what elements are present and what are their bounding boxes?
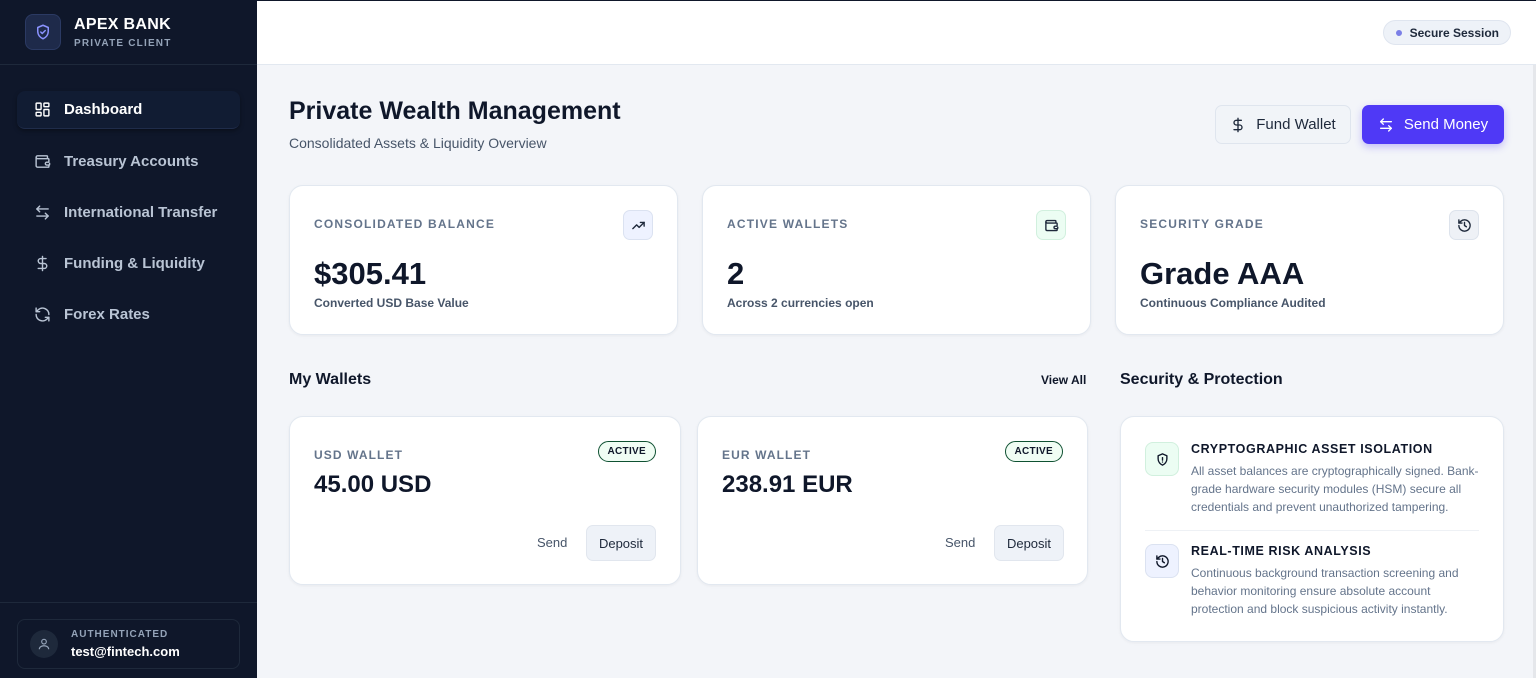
transfer-arrows-icon [1378, 117, 1394, 133]
user-profile[interactable]: AUTHENTICATED test@fintech.com [17, 619, 240, 669]
transfer-arrows-icon [33, 203, 51, 221]
security-protection-heading: Security & Protection [1120, 371, 1283, 388]
user-status-label: AUTHENTICATED [71, 629, 169, 640]
brand-name: APEX BANK [74, 15, 171, 33]
wallet-send-button[interactable]: Send [537, 535, 567, 550]
stat-description: Converted USD Base Value [314, 296, 469, 310]
shield-logo-icon [25, 14, 61, 50]
view-all-link[interactable]: View All [1041, 373, 1086, 387]
wallet-send-button[interactable]: Send [945, 535, 975, 550]
active-wallets-card: ACTIVE WALLETS 2 Across 2 currencies ope… [702, 185, 1091, 335]
dollar-icon [1230, 117, 1246, 133]
secure-session-label: Secure Session [1409, 25, 1499, 40]
sidebar-divider [0, 602, 257, 603]
wallet-icon [1036, 210, 1066, 240]
sidebar-item-treasury-accounts[interactable]: Treasury Accounts [17, 142, 240, 180]
stat-description: Across 2 currencies open [727, 296, 874, 310]
sidebar: APEX BANK PRIVATE CLIENT Dashboard Treas… [0, 0, 257, 678]
trending-up-icon [623, 210, 653, 240]
shield-icon [1145, 442, 1179, 476]
dollar-icon [33, 254, 51, 272]
eur-wallet-card: EUR WALLET ACTIVE 238.91 EUR Send Deposi… [697, 416, 1088, 585]
sidebar-item-label: Dashboard [64, 101, 143, 118]
history-icon [1145, 544, 1179, 578]
send-money-label: Send Money [1403, 116, 1489, 133]
my-wallets-heading: My Wallets [289, 371, 372, 388]
stat-label: CONSOLIDATED BALANCE [314, 217, 496, 231]
status-dot-icon [1395, 30, 1402, 36]
wallet-amount: 238.91 EUR [722, 471, 853, 498]
stat-description: Continuous Compliance Audited [1140, 296, 1326, 310]
security-item-title: CRYPTOGRAPHIC ASSET ISOLATION [1191, 442, 1433, 456]
refresh-icon [33, 305, 51, 323]
sidebar-item-international-transfer[interactable]: International Transfer [17, 193, 240, 231]
stat-value: 2 [727, 256, 745, 291]
security-item-description: All asset balances are cryptographically… [1191, 464, 1479, 514]
sidebar-item-funding-liquidity[interactable]: Funding & Liquidity [17, 244, 240, 282]
sidebar-item-label: Funding & Liquidity [64, 254, 205, 272]
sidebar-nav: Dashboard Treasury Accounts Internationa… [0, 65, 257, 333]
status-badge: ACTIVE [1004, 441, 1063, 462]
stat-value: Grade AAA [1140, 256, 1305, 291]
sidebar-item-label: Treasury Accounts [64, 152, 199, 170]
sidebar-item-label: International Transfer [64, 203, 218, 221]
security-grade-card: SECURITY GRADE Grade AAA Continuous Comp… [1115, 185, 1504, 335]
status-badge: ACTIVE [597, 441, 656, 462]
security-item-description: Continuous background transaction screen… [1191, 566, 1459, 616]
wallet-name: EUR WALLET [722, 448, 811, 462]
wallet-deposit-button[interactable]: Deposit [994, 525, 1064, 561]
security-panel: CRYPTOGRAPHIC ASSET ISOLATION All asset … [1120, 416, 1504, 642]
grid-icon [33, 101, 51, 119]
sidebar-item-label: Forex Rates [64, 305, 150, 323]
send-money-button[interactable]: Send Money [1362, 105, 1504, 144]
top-edge [257, 0, 1536, 1]
page-subtitle: Consolidated Assets & Liquidity Overview [289, 135, 547, 151]
stat-value: $305.41 [314, 256, 427, 291]
wallet-name: USD WALLET [314, 448, 403, 462]
user-email: test@fintech.com [71, 644, 180, 659]
brand-tagline: PRIVATE CLIENT [74, 37, 172, 49]
stat-label: SECURITY GRADE [1140, 217, 1264, 231]
consolidated-balance-card: CONSOLIDATED BALANCE $305.41 Converted U… [289, 185, 678, 335]
secure-session-badge: Secure Session [1382, 20, 1511, 45]
fund-wallet-label: Fund Wallet [1256, 116, 1336, 133]
sidebar-item-forex-rates[interactable]: Forex Rates [17, 295, 240, 333]
fund-wallet-button[interactable]: Fund Wallet [1215, 105, 1351, 144]
wallet-icon [33, 152, 51, 170]
page-title: Private Wealth Management [289, 97, 621, 125]
brand: APEX BANK PRIVATE CLIENT [0, 0, 257, 65]
history-icon [1449, 210, 1479, 240]
sidebar-item-dashboard[interactable]: Dashboard [17, 91, 240, 129]
user-icon [30, 630, 58, 658]
usd-wallet-card: USD WALLET ACTIVE 45.00 USD Send Deposit [289, 416, 681, 585]
wallet-deposit-button[interactable]: Deposit [586, 525, 656, 561]
security-item-title: REAL-TIME RISK ANALYSIS [1191, 544, 1372, 558]
wallet-amount: 45.00 USD [314, 471, 432, 498]
top-bar: Secure Session [257, 0, 1536, 65]
stat-label: ACTIVE WALLETS [727, 217, 849, 231]
divider [1145, 530, 1479, 531]
